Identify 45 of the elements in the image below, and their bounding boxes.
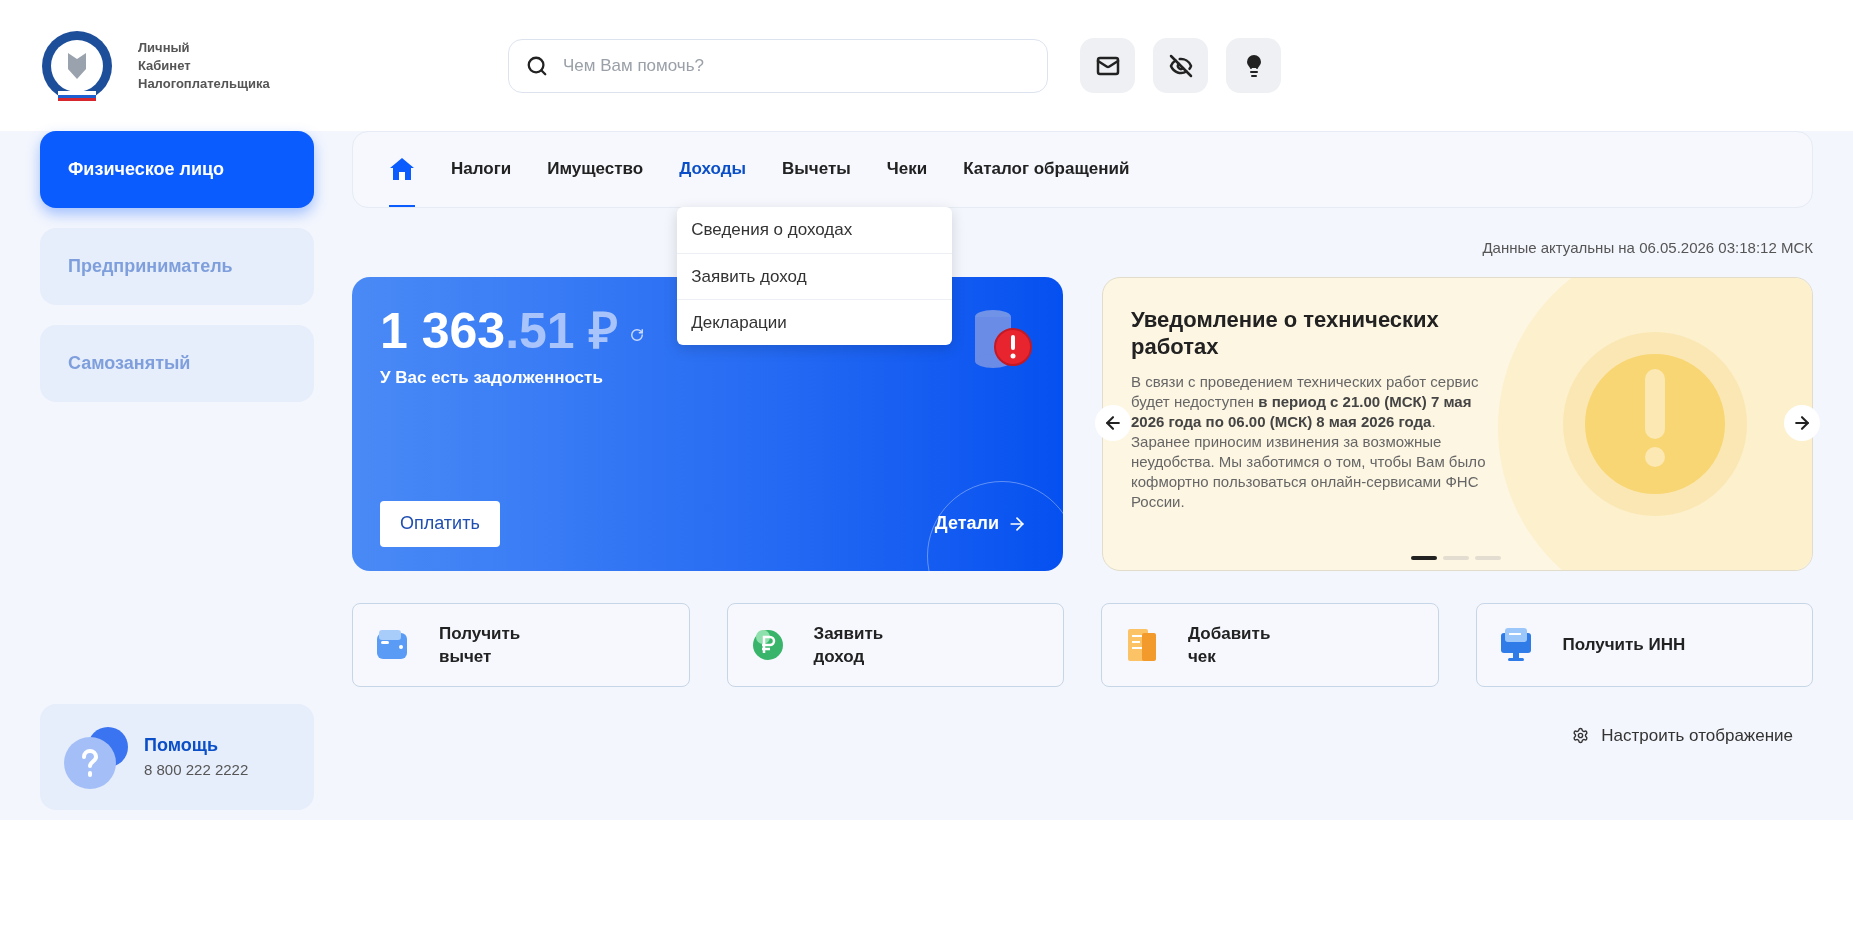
- quick-action-label: Добавить: [1188, 622, 1271, 645]
- help-card[interactable]: Помощь 8 800 222 2222: [40, 704, 314, 810]
- quick-action-label: доход: [813, 645, 866, 668]
- quick-action-label: Заявить: [813, 622, 884, 645]
- search-field[interactable]: Чем Вам помочь?: [508, 38, 1048, 93]
- quick-action-card[interactable]: Добавить чек: [1101, 602, 1439, 687]
- data-timestamp: Данные актуальны на 06.05.2026 03:18:12 МСК: [1482, 238, 1813, 258]
- home-icon: [389, 156, 415, 181]
- nav-tab[interactable]: Доходы: [679, 132, 746, 207]
- previous-button[interactable]: [1095, 404, 1131, 441]
- dropdown-item[interactable]: Сведения о доходах: [677, 207, 953, 253]
- mail-button[interactable]: [1080, 38, 1135, 93]
- nav-tab[interactable]: Вычеты: [782, 132, 851, 207]
- slide-indicator[interactable]: [1411, 555, 1437, 560]
- refresh-icon: [629, 327, 644, 342]
- logo-title: Налогоплательщика: [138, 74, 271, 93]
- quick-action-card[interactable]: Заявить доход: [726, 602, 1064, 687]
- visibility-button[interactable]: [1153, 38, 1208, 93]
- logo-title: Личный: [138, 38, 191, 57]
- nav-tab[interactable]: Имущество: [547, 132, 644, 207]
- hint-button[interactable]: [1226, 38, 1281, 93]
- quick-action-label: Получить: [439, 622, 521, 645]
- nav-tab[interactable]: Каталог обращений: [963, 132, 1130, 207]
- quick-action-label: вычет: [439, 645, 493, 668]
- help-title[interactable]: Помощь: [144, 732, 249, 760]
- notice-text: В связи с проведением технических работ сервис будет недоступен в период с 21.00 (МСК) 7 мая 2026 года по 06.00 (МСК) 8 мая 2026 года. Заранее приносим извинения за возможные неудобства. Мы заботимся о том, чтобы Вам было кофмортно пользоваться онлайн-сервисами ФНС России.: [1131, 371, 1487, 512]
- nav-tab[interactable]: Чеки: [886, 132, 928, 207]
- help-phone: 8 800 222 2222: [144, 760, 249, 781]
- settings-icon: [1572, 726, 1590, 744]
- emblem-logo[interactable]: [40, 28, 114, 103]
- nav-tab[interactable]: Налоги: [451, 132, 512, 207]
- debt-amount: 1 363: [380, 302, 506, 359]
- eye-off-icon: [1168, 53, 1193, 78]
- search-icon: [526, 54, 548, 77]
- profile-tab[interactable]: Физическое лицо: [40, 131, 314, 208]
- logo-title: Кабинет: [138, 56, 192, 75]
- quick-action-label: чек: [1188, 645, 1217, 668]
- pay-button[interactable]: Оплатить: [380, 500, 500, 547]
- notice-title: Уведомление о технических работах: [1131, 305, 1440, 360]
- debt-status: У Вас есть задолженность: [380, 366, 604, 389]
- quick-action-card[interactable]: Получить ИНН: [1475, 602, 1813, 687]
- quick-action-card[interactable]: Получить вычет: [352, 602, 690, 687]
- quick-action-label: Получить ИНН: [1562, 634, 1686, 656]
- display-settings-link[interactable]: Настроить отображение: [1572, 722, 1793, 748]
- debt-amount-fraction: .51 ₽: [505, 302, 618, 359]
